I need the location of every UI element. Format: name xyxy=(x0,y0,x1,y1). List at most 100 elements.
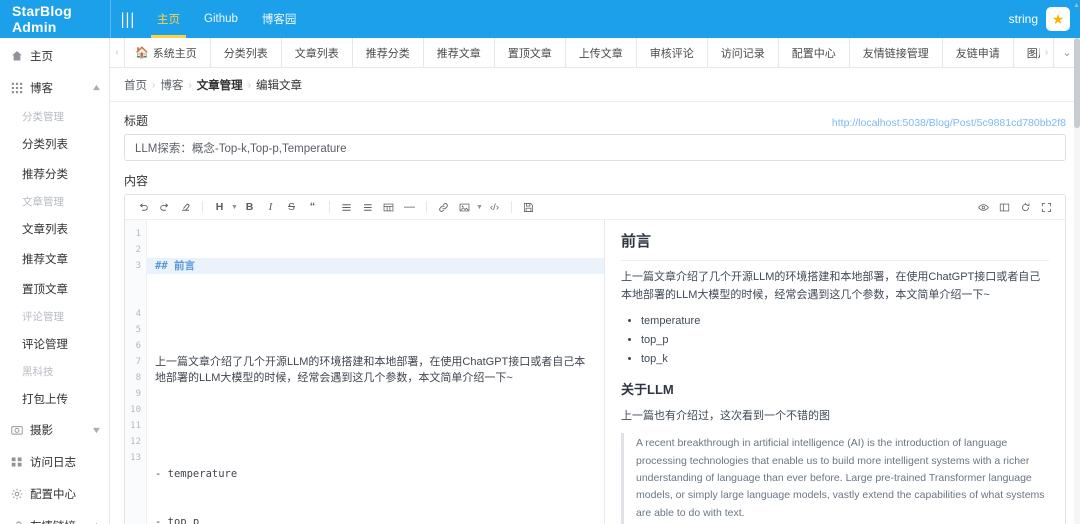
chevron-down-icon[interactable]: ▼ xyxy=(475,198,484,217)
quote-icon[interactable]: “ xyxy=(302,198,323,217)
table-icon[interactable] xyxy=(378,198,399,217)
post-url-link[interactable]: http://localhost:5038/Blog/Post/5c9881cd… xyxy=(832,117,1066,129)
sidebar-item-label: 主页 xyxy=(30,51,53,63)
markdown-source-text[interactable]: ## 前言 上一篇文章介绍了几个开源LLM的环境搭建和本地部署，在使用ChatG… xyxy=(147,220,604,524)
sidebar-group-blackmagic: 黑科技 xyxy=(22,366,54,378)
sidebar-item-post-list[interactable]: 文章列表 xyxy=(0,214,109,244)
scroll-up-icon[interactable]: ▲ xyxy=(1073,2,1080,9)
topnav-item-cnblogs[interactable]: 博客园 xyxy=(250,0,309,38)
sync-scroll-icon[interactable] xyxy=(1015,198,1036,217)
sidebar-item-blog[interactable]: 博客 ▼ xyxy=(0,72,109,104)
tab-featured-post[interactable]: 推荐文章 xyxy=(423,38,495,67)
tab-review-comment[interactable]: 审核评论 xyxy=(636,38,708,67)
tab-category-list[interactable]: 分类列表 xyxy=(210,38,282,67)
top-bar: StarBlog Admin ||| 主页 Github 博客园 string … xyxy=(0,0,1080,38)
sidebar-item-friend-links[interactable]: 友情链接 ▼ xyxy=(0,510,109,524)
sidebar-item-label: 博客 xyxy=(30,83,53,95)
toolbar-group-history xyxy=(133,198,196,217)
tab-system-home[interactable]: 🏠 系统主页 xyxy=(124,38,211,67)
chevron-down-icon: ▼ xyxy=(90,425,103,435)
breadcrumb-item-post-manage[interactable]: 文章管理 xyxy=(197,77,243,93)
tab-friendlink-apply[interactable]: 友链申请 xyxy=(942,38,1014,67)
sidebar-item-pinned-post[interactable]: 置顶文章 xyxy=(0,274,109,304)
sidebar-item-home[interactable]: 主页 xyxy=(0,40,109,72)
breadcrumb-separator: › xyxy=(247,79,252,91)
clear-format-icon[interactable] xyxy=(175,198,196,217)
sidebar-item-config-center[interactable]: 配置中心 xyxy=(0,478,109,510)
edit-post-form: 标题 http://localhost:5038/Blog/Post/5c988… xyxy=(110,102,1080,524)
code-icon[interactable]: ‹/› xyxy=(484,198,505,217)
sidebar-item-featured-post[interactable]: 推荐文章 xyxy=(0,244,109,274)
sidebar-group-post: 文章管理 xyxy=(22,196,64,208)
breadcrumb-item-home[interactable]: 首页 xyxy=(124,77,147,93)
preview-icon[interactable] xyxy=(973,198,994,217)
sidebar-item-label: 配置中心 xyxy=(30,489,76,501)
tab-friendlink-manage[interactable]: 友情链接管理 xyxy=(849,38,943,67)
heading-icon[interactable]: H xyxy=(209,198,230,217)
sidebar-item-label: 友情链接 xyxy=(30,518,85,524)
strikethrough-icon[interactable]: S xyxy=(281,198,302,217)
username-label: string xyxy=(1008,12,1038,26)
tab-scroll-right-icon[interactable]: › xyxy=(1040,38,1054,67)
tab-post-list[interactable]: 文章列表 xyxy=(281,38,353,67)
tab-featured-category[interactable]: 推荐分类 xyxy=(352,38,424,67)
sidebar-group-comment: 评论管理 xyxy=(22,311,64,323)
hamburger-icon[interactable]: ||| xyxy=(111,0,145,38)
line-number: 8 xyxy=(135,373,141,383)
app-brand[interactable]: StarBlog Admin xyxy=(0,0,110,38)
undo-icon[interactable] xyxy=(133,198,154,217)
sidebar-item-category-list[interactable]: 分类列表 xyxy=(0,129,109,159)
tab-upload-post[interactable]: 上传文章 xyxy=(565,38,637,67)
preview-list: temperature top_p top_k xyxy=(621,312,1049,368)
topnav-item-github[interactable]: Github xyxy=(192,0,250,38)
redo-icon[interactable] xyxy=(154,198,175,217)
preview-paragraph-2: 上一篇也有介绍过，这次看到一个不错的图 xyxy=(621,410,830,423)
chevron-down-icon[interactable]: ▼ xyxy=(230,198,239,217)
toolbar-divider xyxy=(329,201,330,213)
tab-photo-list[interactable]: 图片列表 xyxy=(1013,38,1040,67)
tab-pinned-post[interactable]: 置顶文章 xyxy=(494,38,566,67)
unordered-list-icon[interactable] xyxy=(336,198,357,217)
line-number: 10 xyxy=(130,405,141,415)
list-item: top_p xyxy=(641,331,1049,350)
log-icon xyxy=(10,456,23,469)
breadcrumb-item-blog[interactable]: 博客 xyxy=(160,77,183,93)
sidebar-item-label: 摄影 xyxy=(30,425,53,437)
editor-panes: 1 2 3 4 5 6 7 8 9 10 11 12 13 ## 前言 上一篇文… xyxy=(125,220,1065,524)
title-label: 标题 xyxy=(124,114,149,128)
fullscreen-icon[interactable] xyxy=(1036,198,1057,217)
breadcrumb-separator: › xyxy=(152,79,156,91)
avatar[interactable]: ★ xyxy=(1046,7,1070,31)
title-input[interactable] xyxy=(124,134,1066,161)
source-line-1: ## 前言 xyxy=(147,258,604,274)
split-view-icon[interactable] xyxy=(994,198,1015,217)
topnav-item-home[interactable]: 主页 xyxy=(145,0,192,38)
top-nav: ||| 主页 Github 博客园 xyxy=(110,0,1009,38)
sidebar-item-featured-category[interactable]: 推荐分类 xyxy=(0,159,109,189)
page-scrollbar-thumb[interactable] xyxy=(1074,38,1080,128)
tab-visit-record[interactable]: 访问记录 xyxy=(707,38,779,67)
image-icon[interactable] xyxy=(454,198,475,217)
sidebar-item-photography[interactable]: 摄影 ▼ xyxy=(0,414,109,446)
sidebar-item-package-upload[interactable]: 打包上传 xyxy=(0,384,109,414)
italic-icon[interactable]: I xyxy=(260,198,281,217)
editor-toolbar: H ▼ B I S “ — ▼ ‹/› xyxy=(125,195,1065,220)
content-label: 内容 xyxy=(124,174,149,188)
tab-scroll-left-icon[interactable]: ‹ xyxy=(110,38,124,67)
horizontal-rule-icon[interactable]: — xyxy=(399,198,420,217)
app-body: 主页 博客 ▼ 分类管理 分类列表 推荐分类 文章管理 文章列表 推荐文章 置顶… xyxy=(0,38,1080,524)
breadcrumb: 首页 › 博客 › 文章管理 › 编辑文章 xyxy=(110,68,1080,102)
bold-icon[interactable]: B xyxy=(239,198,260,217)
tab-config-center[interactable]: 配置中心 xyxy=(778,38,850,67)
save-icon[interactable] xyxy=(518,198,539,217)
page-scrollbar[interactable] xyxy=(1074,38,1080,524)
main-content: ‹ 🏠 系统主页 分类列表 文章列表 推荐分类 推荐文章 置顶文章 上传文章 审… xyxy=(110,38,1080,524)
link-icon[interactable] xyxy=(433,198,454,217)
markdown-source-pane[interactable]: 1 2 3 4 5 6 7 8 9 10 11 12 13 ## 前言 上一篇文… xyxy=(125,220,605,524)
sidebar-item-comment-manage[interactable]: 评论管理 xyxy=(0,329,109,359)
preview-heading-3: 关于LLM xyxy=(621,382,674,398)
ordered-list-icon[interactable] xyxy=(357,198,378,217)
toolbar-group-text: H ▼ B I S “ xyxy=(209,198,323,217)
sidebar-item-visit-log[interactable]: 访问日志 xyxy=(0,446,109,478)
home-icon: 🏠 xyxy=(135,47,149,59)
